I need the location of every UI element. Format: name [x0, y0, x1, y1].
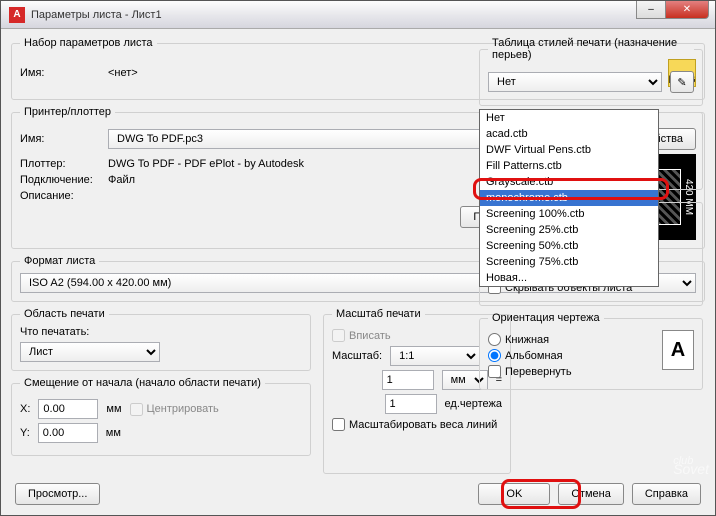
help-button[interactable]: Справка — [632, 483, 701, 505]
portrait-radio[interactable] — [488, 333, 501, 346]
plotstyle-option[interactable]: Screening 75%.ctb — [480, 254, 658, 270]
close-button[interactable]: ✕ — [665, 1, 709, 19]
plotstyle-option[interactable]: Новая... — [480, 270, 658, 286]
titlebar: A Параметры листа - Лист1 – ✕ — [1, 1, 715, 29]
scale-label: Масштаб: — [332, 350, 382, 362]
offset-y-unit: мм — [106, 427, 121, 439]
plotstyle-edit-button[interactable]: ✎ — [670, 71, 694, 93]
scale-select[interactable]: 1:1 — [390, 346, 480, 366]
offset-x-unit: мм — [106, 403, 121, 415]
scale-num-input[interactable] — [382, 370, 434, 390]
plotstyle-dropdown-list[interactable]: Нетacad.ctbDWF Virtual Pens.ctbFill Patt… — [479, 109, 659, 287]
plot-what-select[interactable]: Лист — [20, 342, 160, 362]
printer-name-label: Имя: — [20, 133, 100, 145]
printer-legend: Принтер/плоттер — [20, 106, 115, 118]
scale-lw-label: Масштабировать веса линий — [349, 419, 497, 431]
cancel-button[interactable]: Отмена — [558, 483, 623, 505]
orientation-icon: A — [662, 330, 694, 370]
watermark: clubSovet — [673, 455, 709, 477]
fit-label: Вписать — [349, 330, 391, 342]
offset-y-input[interactable] — [38, 423, 98, 443]
plotter-value: DWG To PDF - PDF ePlot - by Autodesk — [108, 158, 304, 170]
offset-legend: Смещение от начала (начало области печат… — [20, 377, 265, 389]
drawunit-label: ед.чертежа — [445, 398, 502, 410]
offset-x-input[interactable] — [38, 399, 98, 419]
plot-area-group: Область печати Что печатать: Лист — [11, 308, 311, 371]
window-title: Параметры листа - Лист1 — [31, 9, 162, 21]
offset-y-label: Y: — [20, 427, 30, 439]
plotstyle-option[interactable]: Grayscale.ctb — [480, 174, 658, 190]
paper-legend: Формат листа — [20, 255, 99, 267]
fit-checkbox — [332, 329, 345, 342]
plotstyle-option[interactable]: DWF Virtual Pens.ctb — [480, 142, 658, 158]
plotstyle-option[interactable]: Screening 25%.ctb — [480, 222, 658, 238]
center-checkbox — [130, 403, 143, 416]
pageset-legend: Набор параметров листа — [20, 37, 157, 49]
plotstyle-option[interactable]: Нет — [480, 110, 658, 126]
connection-value: Файл — [108, 174, 135, 186]
flip-checkbox[interactable] — [488, 365, 501, 378]
description-label: Описание: — [20, 190, 100, 202]
orientation-legend: Ориентация чертежа — [488, 312, 604, 324]
plotstyle-option[interactable]: acad.ctb — [480, 126, 658, 142]
portrait-label: Книжная — [505, 334, 549, 346]
plotstyle-option[interactable]: Screening 100%.ctb — [480, 206, 658, 222]
plotstyle-option[interactable]: Fill Patterns.ctb — [480, 158, 658, 174]
plotstyle-option[interactable]: monochrome.ctb — [480, 190, 658, 206]
scale-lw-checkbox[interactable] — [332, 418, 345, 431]
app-icon: A — [9, 7, 25, 23]
minimize-button[interactable]: – — [636, 1, 666, 19]
landscape-label: Альбомная — [505, 350, 563, 362]
center-label: Центрировать — [147, 403, 219, 415]
landscape-radio[interactable] — [488, 349, 501, 362]
scale-den-input[interactable] — [385, 394, 437, 414]
plot-area-legend: Область печати — [20, 308, 109, 320]
flip-label: Перевернуть — [505, 366, 572, 378]
connection-label: Подключение: — [20, 174, 100, 186]
plotter-label: Плоттер: — [20, 158, 100, 170]
pageset-name-value: <нет> — [108, 67, 138, 79]
scale-legend: Масштаб печати — [332, 308, 425, 320]
offset-group: Смещение от начала (начало области печат… — [11, 377, 311, 456]
offset-x-label: X: — [20, 403, 30, 415]
plotstyle-legend: Таблица стилей печати (назначение перьев… — [488, 37, 694, 61]
orientation-group: Ориентация чертежа Книжная Альбомная Пер… — [479, 312, 703, 390]
plotstyle-select[interactable]: Нет — [488, 72, 662, 92]
plotstyle-option[interactable]: Screening 50%.ctb — [480, 238, 658, 254]
preview-button[interactable]: Просмотр... — [15, 483, 100, 505]
plot-what-label: Что печатать: — [20, 326, 302, 338]
ok-button[interactable]: OK — [478, 483, 550, 505]
pageset-name-label: Имя: — [20, 67, 100, 79]
plotstyle-group: Таблица стилей печати (назначение перьев… — [479, 37, 703, 106]
